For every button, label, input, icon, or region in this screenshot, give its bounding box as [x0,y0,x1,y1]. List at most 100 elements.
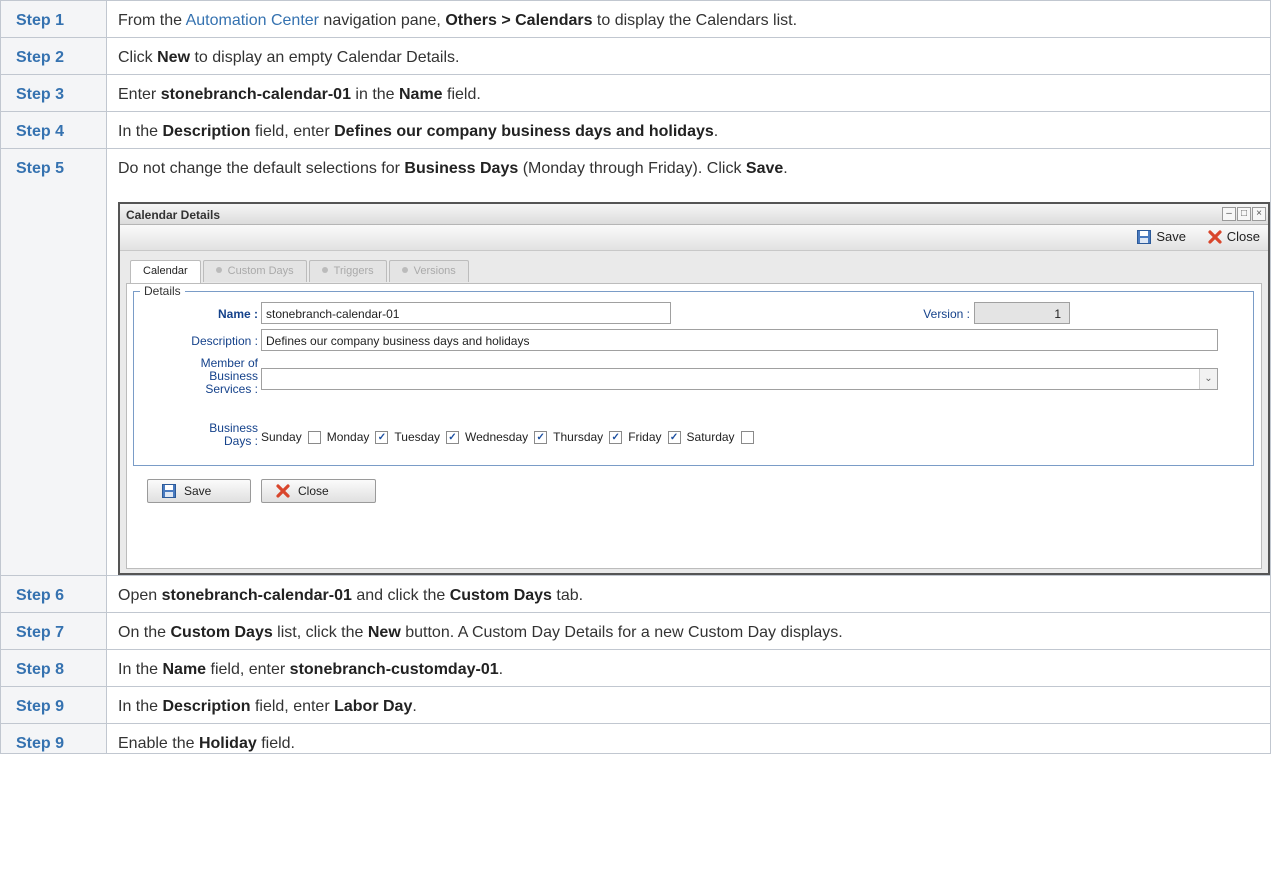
close-x-icon [1208,229,1222,244]
tab-triggers-label: Triggers [333,265,374,277]
day-checkbox[interactable]: ✓ [609,430,623,444]
step-emphasis: stonebranch-calendar-01 [161,587,352,604]
step-text-part: navigation pane, [318,12,446,29]
day-checkbox[interactable]: ✓ [446,430,459,444]
day-label: Monday [326,430,370,444]
tab-custom-days[interactable]: Custom Days [202,260,307,282]
step-text-part: to display the Calendars list. [592,12,798,29]
day-label: Saturday [686,430,735,444]
step-text-part: list, click the [272,624,368,641]
tab-versions[interactable]: Versions [388,260,469,282]
steps-table: Step 1 From the Automation Center navigat… [0,0,1271,754]
step-text-part: field, enter [250,123,335,140]
step-text-part: and click the [351,587,450,604]
business-services-select[interactable]: ⌄ [261,368,1218,390]
business-day-thursday: Thursday ✓ [553,430,623,444]
checkmark-icon: ✓ [448,431,457,443]
checkmark-icon: ✓ [611,431,620,443]
dialog-title: Calendar Details [120,204,1268,225]
name-field[interactable]: stonebranch-calendar-01 [261,302,671,324]
day-checkbox[interactable] [740,430,754,444]
step-label: Step 8 [0,649,107,687]
step-emphasis: Labor Day [334,698,413,715]
day-label: Thursday [553,430,604,444]
step-emphasis: stonebranch-calendar-01 [160,86,351,103]
close-button[interactable]: Close [261,479,376,503]
checkmark-icon: ✓ [377,431,387,443]
name-label: Name : [217,307,258,321]
business-day-saturday: Saturday [687,430,754,444]
step-text-part: Click [118,49,158,66]
step-text-part: to display an empty Calendar Details. [190,49,460,66]
step-label: Step 5 [0,148,107,576]
automation-center-link[interactable]: Automation Center [186,12,319,29]
step-emphasis: New [157,49,191,66]
tab-calendar[interactable]: Calendar [130,260,201,284]
checkmark-icon: ✓ [669,431,679,443]
day-checkbox[interactable] [307,430,321,444]
chevron-down-icon[interactable]: ⌄ [1199,369,1217,389]
step-emphasis: Custom Days [449,587,552,604]
business-days-checkboxes: Sunday Monday ✓ Tuesday ✓ Wednesday ✓ Thursday ✓… [261,430,760,444]
tab-triggers[interactable]: Triggers [308,260,387,282]
save-button[interactable]: Save [147,479,251,503]
step-text-part: From the [118,12,186,29]
step-text-part: On the [118,624,171,641]
day-label: Sunday [261,430,302,444]
business-day-sunday: Sunday [261,430,321,444]
step-text-part: . [498,661,504,678]
step-row: Step 4 In the Description field, enter De… [0,111,1271,149]
description-label: Description : [191,334,258,348]
step-emphasis: Custom Days [170,624,273,641]
step-text-part: . [713,123,719,140]
step-text-part: in the [350,86,399,103]
step-emphasis: Defines our company business days and ho… [334,123,714,140]
step-text-part: In the [118,123,163,140]
maximize-icon[interactable]: □ [1237,207,1251,221]
checkmark-icon: ✓ [536,431,545,443]
member-of-business-services-label: Member of Business Services : [134,357,258,396]
day-label: Friday [628,430,662,444]
minimize-icon[interactable]: – [1222,207,1236,221]
step-row: Step 9 Enable the Holiday field. [0,723,1271,754]
step-label: Step 4 [0,111,107,149]
description-field[interactable]: Defines our company business days and ho… [261,329,1218,351]
business-day-wednesday: Wednesday ✓ [465,430,548,444]
step-text-part: (Monday through Friday). Click [518,160,746,177]
step-text: On the Custom Days list, click the New b… [106,612,1271,650]
step-label: Step 7 [0,612,107,650]
day-checkbox[interactable]: ✓ [667,430,681,444]
step-text-part: Enter [118,86,161,103]
tab-calendar-label: Calendar [143,265,188,277]
step-text-part: button. A Custom Day Details for a new C… [400,624,843,641]
window-close-icon[interactable]: × [1252,207,1266,221]
business-days-label-line: Days : [223,434,258,448]
step-text: Do not change the default selections for… [106,148,1271,576]
step-row: Step 8 In the Name field, enter stonebran… [0,649,1271,687]
version-field: 1 [974,302,1070,324]
day-checkbox[interactable]: ✓ [534,430,548,444]
close-button-label: Close [298,484,329,498]
step-text: Enter stonebranch-calendar-01 in the Nam… [106,74,1271,112]
window-buttons: – □ × [1222,207,1266,221]
step-label: Step 9 [0,686,107,724]
step-row: Step 6 Open stonebranch-calendar-01 and c… [0,575,1271,613]
business-day-tuesday: Tuesday ✓ [394,430,459,444]
step-text-part: field. [256,735,295,752]
step-text: Click New to display an empty Calendar D… [106,37,1271,75]
step-text: In the Description field, enter Labor Da… [106,686,1271,724]
dialog-toolbar: Save Close [120,225,1268,251]
step-text-part: tab. [551,587,584,604]
save-button-label: Save [184,484,212,498]
step-text: In the Description field, enter Defines … [106,111,1271,149]
dialog-tabs: Calendar Custom Days Triggers Versions [130,260,469,284]
toolbar-close-button[interactable]: Close [1208,229,1260,244]
business-days-label: Business Days : [134,422,258,448]
step-text-part: field. [442,86,481,103]
toolbar-save-button[interactable]: Save [1137,229,1186,244]
step-text-part: . [412,698,417,715]
dot-icon [321,267,328,273]
step-text-part: Open [118,587,162,604]
step-emphasis: Holiday [198,735,257,752]
day-checkbox[interactable]: ✓ [375,430,389,444]
